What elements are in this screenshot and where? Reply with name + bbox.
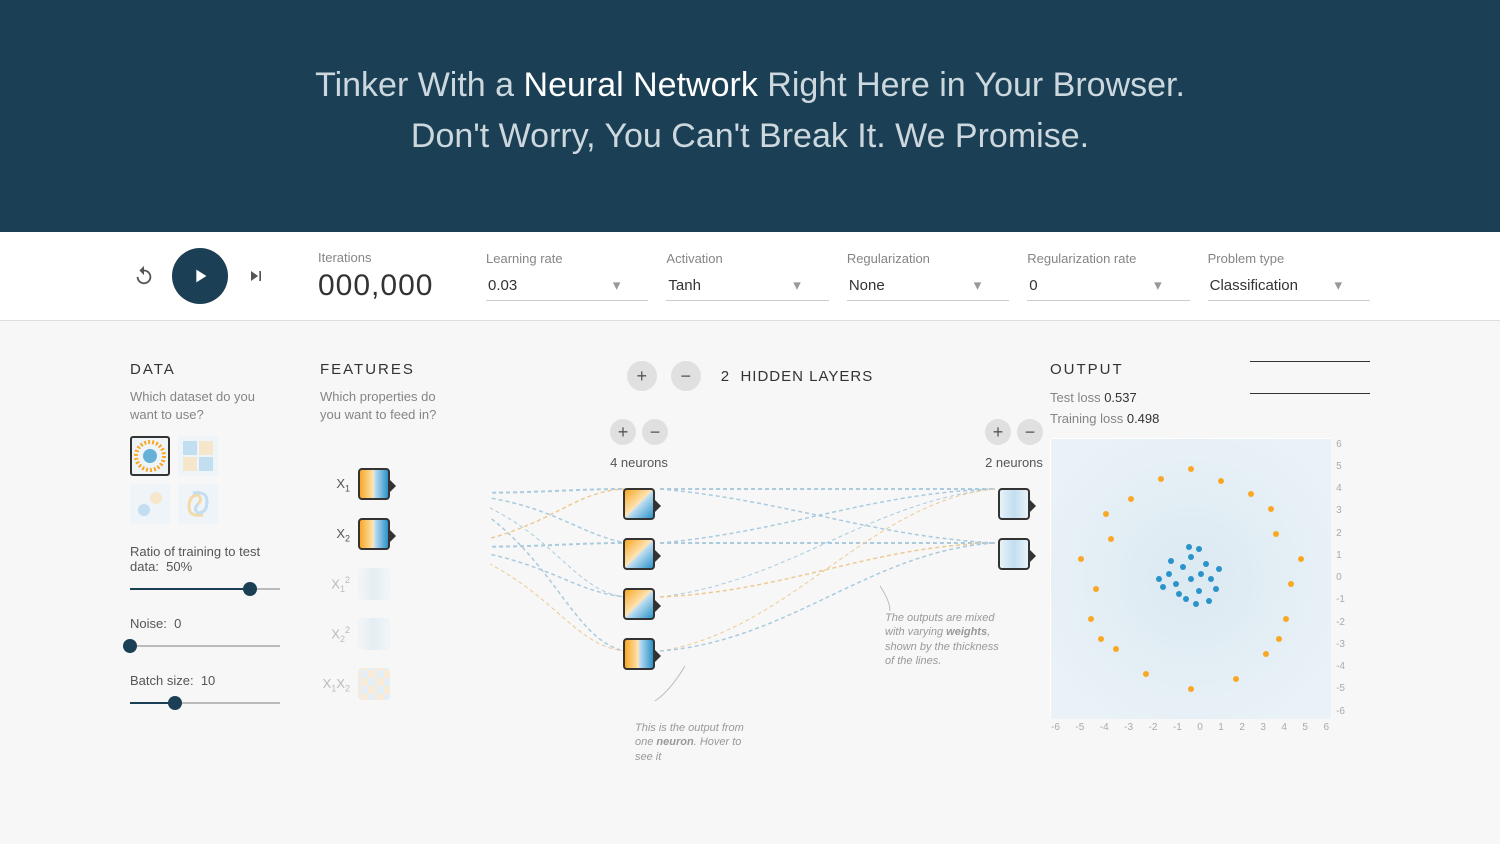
controls-bar: Iterations 000,000 Learning rate 0.03 ▾ … — [0, 232, 1500, 321]
caret-icon: ▾ — [613, 276, 621, 294]
iterations-group: Iterations 000,000 — [318, 250, 468, 303]
data-subtext: Which dataset do you want to use? — [130, 388, 280, 424]
output-column: OUTPUT Test loss 0.537 Training loss 0.4… — [1050, 361, 1370, 730]
feature-x1-label: X1 — [320, 476, 350, 494]
feature-x1x2-label: X1X2 — [320, 676, 350, 694]
dataset-spiral-icon — [181, 487, 215, 521]
features-subtext: Which properties do you want to feed in? — [320, 388, 450, 424]
feature-x2-label: X2 — [320, 526, 350, 544]
ratio-label: Ratio of training to test data: 50% — [130, 544, 280, 574]
dataset-gauss[interactable] — [130, 484, 170, 524]
feature-x1sq-node[interactable] — [358, 568, 390, 600]
data-heading: DATA — [130, 361, 280, 378]
feature-x2-node[interactable] — [358, 518, 390, 550]
noise-slider[interactable] — [130, 637, 280, 655]
layer1-neuron[interactable] — [623, 538, 655, 570]
layer2-neuron[interactable] — [998, 538, 1030, 570]
regularization-select[interactable]: None ▾ — [847, 270, 1009, 301]
feature-x2sq-label: X22 — [320, 625, 350, 644]
layer1-neuron[interactable] — [623, 588, 655, 620]
dataset-xor[interactable] — [178, 436, 218, 476]
layer1-neuron[interactable] — [623, 638, 655, 670]
caret-icon: ▾ — [1335, 276, 1343, 294]
problem-type-label: Problem type — [1208, 251, 1370, 266]
step-button[interactable] — [242, 262, 270, 290]
play-icon — [189, 265, 211, 287]
layer1-add-neuron[interactable]: + — [610, 419, 636, 445]
caret-icon: ▾ — [1154, 276, 1162, 294]
layer2-add-neuron[interactable]: + — [985, 419, 1011, 445]
dataset-circle-icon — [133, 439, 167, 473]
learning-rate-label: Learning rate — [486, 251, 648, 266]
data-column: DATA Which dataset do you want to use? R… — [130, 361, 280, 730]
batch-slider[interactable] — [130, 694, 280, 712]
feature-x1-node[interactable] — [358, 468, 390, 500]
layer1-remove-neuron[interactable]: − — [642, 419, 668, 445]
layer2-neuron-count: 2 neurons — [985, 455, 1043, 470]
noise-label: Noise: 0 — [130, 616, 280, 631]
reset-icon — [133, 265, 155, 287]
layer1-neuron[interactable] — [623, 488, 655, 520]
features-column: FEATURES Which properties do you want to… — [320, 361, 450, 730]
test-loss-sparkline — [1250, 361, 1370, 363]
activation-label: Activation — [666, 251, 828, 266]
caret-icon: ▾ — [793, 276, 801, 294]
remove-layer-button[interactable]: − — [671, 361, 701, 391]
reset-button[interactable] — [130, 262, 158, 290]
hidden-layers-text: 2 HIDDEN LAYERS — [721, 368, 873, 385]
training-loss-sparkline — [1250, 393, 1370, 395]
playback-controls — [130, 248, 270, 304]
features-heading: FEATURES — [320, 361, 450, 378]
add-layer-button[interactable]: + — [627, 361, 657, 391]
layer1-neuron-count: 4 neurons — [610, 455, 668, 470]
feature-x1x2-node[interactable] — [358, 668, 390, 700]
play-button[interactable] — [172, 248, 228, 304]
layer2-neuron[interactable] — [998, 488, 1030, 520]
caret-icon: ▾ — [974, 276, 982, 294]
dataset-spiral[interactable] — [178, 484, 218, 524]
callout-weights: The outputs are mixed with varying weigh… — [885, 611, 1005, 668]
iterations-label: Iterations — [318, 250, 468, 265]
step-icon — [246, 266, 266, 286]
problem-type-select[interactable]: Classification ▾ — [1208, 270, 1370, 301]
feature-x1sq-label: X12 — [320, 575, 350, 594]
network-connections — [490, 431, 1010, 751]
output-plot[interactable]: 6543210-1-2-3-4-5-6 -6-5-4-3-2-10123456 — [1050, 438, 1330, 718]
dataset-gauss-icon — [133, 487, 167, 521]
iterations-value: 000,000 — [318, 269, 468, 303]
network-column: + − 2 HIDDEN LAYERS — [490, 361, 1010, 730]
learning-rate-select[interactable]: 0.03 ▾ — [486, 270, 648, 301]
reg-rate-select[interactable]: 0 ▾ — [1027, 270, 1189, 301]
y-axis-ticks: 6543210-1-2-3-4-5-6 — [1336, 439, 1345, 717]
dataset-circle[interactable] — [130, 436, 170, 476]
activation-select[interactable]: Tanh ▾ — [666, 270, 828, 301]
callout-neuron: This is the output from one neuron. Hove… — [635, 721, 755, 764]
regularization-label: Regularization — [847, 251, 1009, 266]
batch-label: Batch size: 10 — [130, 673, 280, 688]
x-axis-ticks: -6-5-4-3-2-10123456 — [1051, 722, 1329, 733]
hero: Tinker With a Neural Network Right Here … — [0, 0, 1500, 232]
layer2-remove-neuron[interactable]: − — [1017, 419, 1043, 445]
scatter-plot-icon — [1051, 439, 1331, 719]
dataset-xor-icon — [181, 439, 215, 473]
reg-rate-label: Regularization rate — [1027, 251, 1189, 266]
ratio-slider[interactable] — [130, 580, 280, 598]
hero-title: Tinker With a Neural Network Right Here … — [40, 60, 1460, 162]
feature-x2sq-node[interactable] — [358, 618, 390, 650]
